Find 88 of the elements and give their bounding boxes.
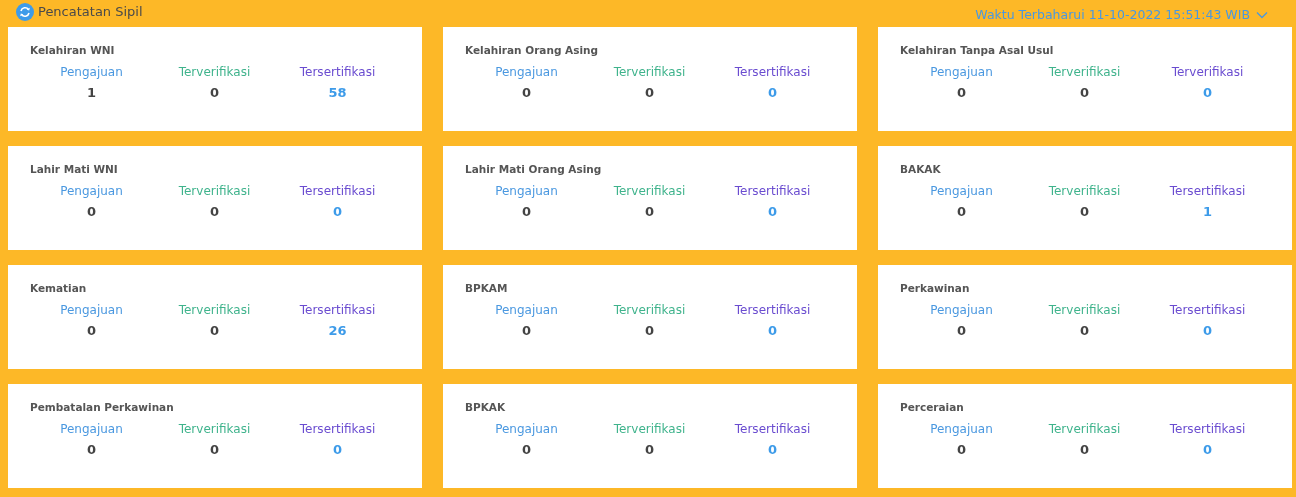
stat-label: Terverifikasi [613,302,686,318]
stat-label: Pengajuan [495,183,558,199]
card-title: BAKAK [900,163,942,177]
stat-value: 0 [86,322,96,340]
stat-label: Tersertifikasi [734,302,811,318]
stat-value: 0 [644,441,654,459]
stat-label: Terverifikasi [178,421,251,437]
stat-value: 1 [1202,203,1212,221]
stat-value: 0 [644,203,654,221]
stat-value: 26 [328,322,347,340]
last-updated-text: Waktu Terbaharui 11-10-2022 15:51:43 WIB [975,7,1250,22]
stat-value: 1 [86,84,96,102]
card-title: Lahir Mati Orang Asing [465,163,603,177]
stat-value: 0 [209,441,219,459]
refresh-icon [16,2,34,21]
stat-value: 0 [1079,322,1089,340]
stat-label: Tersertifikasi [299,183,376,199]
card-title: Kelahiran Orang Asing [465,44,600,58]
page-title: Pencatatan Sipil [38,4,143,19]
stat-label: Pengajuan [495,421,558,437]
stat-value: 0 [767,84,777,102]
stat-label: Tersertifikasi [299,302,376,318]
stat-label: Tersertifikasi [1169,421,1246,437]
stat-label: Terverifikasi [178,64,251,80]
stat-value: 58 [328,84,347,102]
stat-value: 0 [521,203,531,221]
stat-value: 0 [767,322,777,340]
stat-label: Pengajuan [930,421,993,437]
stat-label: Terverifikasi [613,183,686,199]
stat-value: 0 [1079,203,1089,221]
stat-value: 0 [1202,322,1212,340]
card-title: Lahir Mati WNI [30,163,119,177]
stat-value: 0 [1079,441,1089,459]
stat-label: Pengajuan [930,183,993,199]
stat-label: Tersertifikasi [734,183,811,199]
stat-value: 0 [209,203,219,221]
stat-label: Pengajuan [495,64,558,80]
stat-label: Tersertifikasi [734,421,811,437]
stat-value: 0 [86,441,96,459]
stat-label: Tersertifikasi [299,64,376,80]
stat-label: Pengajuan [930,64,993,80]
card-title: Kelahiran WNI [30,44,116,58]
stat-value: 0 [521,441,531,459]
card-title: Kematian [30,282,88,296]
stat-value: 0 [332,203,342,221]
stat-value: 0 [956,203,966,221]
stat-label: Terverifikasi [178,183,251,199]
stat-value: 0 [86,203,96,221]
stat-value: 0 [767,203,777,221]
stat-value: 0 [1202,84,1212,102]
stat-label: Pengajuan [60,302,123,318]
stat-label: Terverifikasi [613,64,686,80]
stat-label: Terverifikasi [1048,183,1121,199]
stat-value: 0 [1079,84,1089,102]
stat-value: 0 [644,322,654,340]
stat-label: Pengajuan [60,421,123,437]
card-title: Perceraian [900,401,965,415]
stat-label: Terverifikasi [613,421,686,437]
chevron-down-icon[interactable] [1256,10,1268,19]
stat-label: Pengajuan [495,302,558,318]
card-title: Pembatalan Perkawinan [30,401,175,415]
stat-label: Tersertifikasi [1169,302,1246,318]
stat-value: 0 [1202,441,1212,459]
stat-value: 0 [332,441,342,459]
stat-label: Terverifikasi [178,302,251,318]
stat-label: Pengajuan [60,64,123,80]
stat-value: 0 [644,84,654,102]
stat-label: Terverifikasi [1048,421,1121,437]
stat-value: 0 [956,322,966,340]
card-title: Perkawinan [900,282,971,296]
stat-value: 0 [209,84,219,102]
stat-label: Terverifikasi [1048,302,1121,318]
stat-value: 0 [521,84,531,102]
stat-label: Terverifikasi [1171,64,1244,80]
stat-label: Tersertifikasi [1169,183,1246,199]
card-title: Kelahiran Tanpa Asal Usul [900,44,1055,58]
stat-value: 0 [956,84,966,102]
stat-value: 0 [521,322,531,340]
card-title: BPKAM [465,282,509,296]
stat-value: 0 [767,441,777,459]
stat-value: 0 [209,322,219,340]
card-title: BPKAK [465,401,507,415]
stat-label: Terverifikasi [1048,64,1121,80]
stat-label: Pengajuan [930,302,993,318]
stat-value: 0 [956,441,966,459]
stat-label: Tersertifikasi [299,421,376,437]
stat-label: Tersertifikasi [734,64,811,80]
stat-label: Pengajuan [60,183,123,199]
